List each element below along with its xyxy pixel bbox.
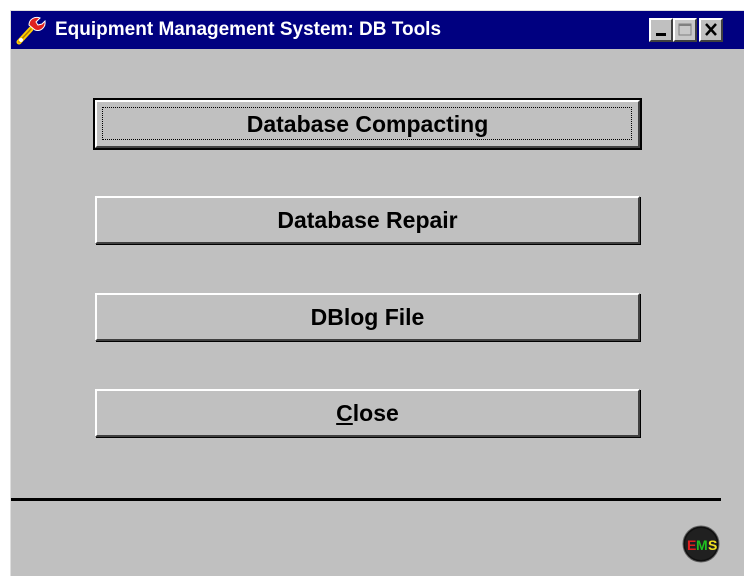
close-button[interactable]: Close bbox=[95, 389, 640, 437]
title-bar[interactable]: Equipment Management System: DB Tools bbox=[11, 11, 744, 49]
db-tools-window: Equipment Management System: DB Tools Da… bbox=[10, 10, 744, 576]
separator-line bbox=[11, 498, 721, 501]
database-repair-button[interactable]: Database Repair bbox=[95, 196, 640, 244]
close-icon bbox=[705, 23, 717, 36]
close-label: Close bbox=[336, 400, 399, 427]
close-mnemonic: C bbox=[336, 399, 353, 426]
close-window-button[interactable] bbox=[699, 18, 723, 42]
maximize-icon bbox=[678, 23, 692, 36]
logo-letter-e: E bbox=[687, 537, 696, 553]
window-title: Equipment Management System: DB Tools bbox=[55, 19, 442, 40]
maximize-button[interactable] bbox=[673, 18, 697, 42]
database-compacting-button[interactable]: Database Compacting bbox=[93, 98, 642, 150]
dblog-file-label: DBlog File bbox=[310, 303, 425, 330]
minimize-button[interactable] bbox=[649, 18, 673, 42]
dblog-file-button[interactable]: DBlog File bbox=[95, 293, 640, 341]
database-repair-label: Database Repair bbox=[277, 206, 458, 233]
database-compacting-label: Database Compacting bbox=[246, 110, 489, 137]
minimize-icon bbox=[656, 33, 666, 36]
wrench-app-icon[interactable] bbox=[15, 15, 51, 45]
close-label-rest: lose bbox=[352, 399, 399, 426]
logo-letter-s: S bbox=[708, 537, 717, 553]
ems-logo: E M S bbox=[682, 525, 720, 563]
logo-letter-m: M bbox=[696, 537, 708, 553]
